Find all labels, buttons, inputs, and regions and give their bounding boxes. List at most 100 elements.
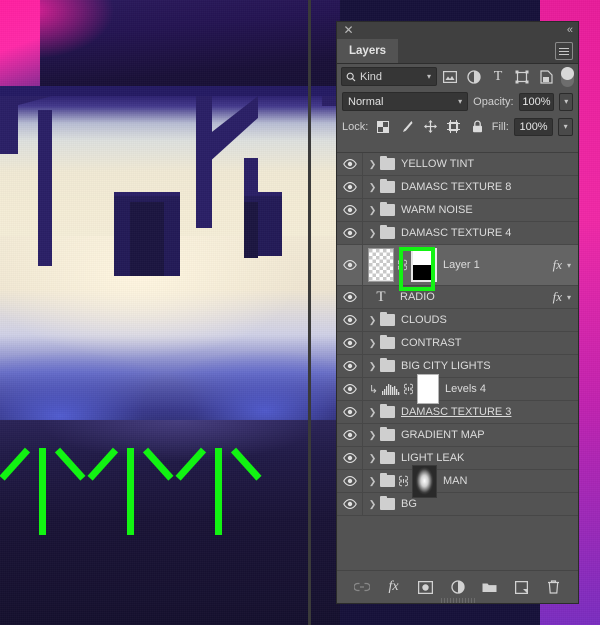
tab-layers[interactable]: Layers	[337, 39, 399, 63]
add-layer-style-button[interactable]: fx	[385, 577, 403, 597]
filter-type-layers-icon[interactable]: T	[487, 67, 509, 87]
filter-smart-object-icon[interactable]	[535, 67, 557, 87]
layer-visibility-toggle[interactable]	[337, 424, 363, 446]
chevron-down-icon[interactable]: ▾	[567, 261, 571, 270]
layer-visibility-toggle[interactable]	[337, 199, 363, 221]
layer-mask-thumbnail[interactable]	[411, 248, 437, 282]
expand-group-icon[interactable]: ❯	[368, 361, 377, 372]
expand-group-icon[interactable]: ❯	[368, 182, 377, 193]
layer-row-layer-1[interactable]: Layer 1 fx ▾	[337, 245, 578, 291]
layer-row-damasc-texture-3[interactable]: ❯ DAMASC TEXTURE 3	[337, 401, 578, 424]
layer-visibility-toggle[interactable]	[337, 332, 363, 354]
expand-group-icon[interactable]: ❯	[368, 453, 377, 464]
filter-kind-select[interactable]: Kind ▾	[341, 67, 437, 86]
folder-icon	[380, 473, 395, 487]
delete-layer-button[interactable]	[545, 577, 563, 597]
expand-group-icon[interactable]: ❯	[368, 228, 377, 239]
layer-row-gradient-map[interactable]: ❯ GRADIENT MAP	[337, 424, 578, 447]
layer-name-label[interactable]: CLOUDS	[401, 314, 447, 326]
opacity-input[interactable]: 100%	[518, 92, 555, 111]
expand-group-icon[interactable]: ❯	[368, 205, 377, 216]
layer-name-label[interactable]: WARM NOISE	[401, 204, 473, 216]
layer-name-label[interactable]: BIG CITY LIGHTS	[401, 360, 491, 372]
layer-effects-group: fx ▾	[553, 257, 578, 273]
layer-visibility-toggle[interactable]	[337, 447, 363, 469]
filter-pixel-layers-icon[interactable]	[439, 67, 461, 87]
opacity-stepper[interactable]: ▾	[559, 92, 573, 111]
expand-group-icon[interactable]: ❯	[368, 476, 377, 487]
layer-visibility-toggle[interactable]	[337, 286, 363, 308]
mask-link-icon[interactable]	[397, 259, 408, 271]
expand-group-icon[interactable]: ❯	[368, 159, 377, 170]
filter-adjustment-layers-icon[interactable]	[463, 67, 485, 87]
panel-resize-grip[interactable]	[440, 598, 475, 603]
new-group-button[interactable]	[481, 577, 499, 597]
layer-visibility-toggle[interactable]	[337, 493, 363, 515]
layer-visibility-toggle[interactable]	[337, 355, 363, 377]
layer-name-label[interactable]: DAMASC TEXTURE 3	[401, 406, 511, 418]
expand-group-icon[interactable]: ❯	[368, 430, 377, 441]
close-icon[interactable]: ✕	[343, 24, 354, 36]
fill-input[interactable]: 100%	[513, 117, 554, 136]
chevron-down-icon[interactable]: ▾	[567, 293, 571, 302]
layer-name-label[interactable]: RADIO	[400, 291, 435, 303]
layer-name-label[interactable]: MAN	[443, 475, 467, 487]
layer-row-contrast[interactable]: ❯ CONTRAST	[337, 332, 578, 355]
new-adjustment-layer-button[interactable]	[449, 577, 467, 597]
layer-name-label[interactable]: BG	[401, 498, 417, 510]
layer-row-damasc-texture-4[interactable]: ❯ DAMASC TEXTURE 4	[337, 222, 578, 245]
layer-row-bg[interactable]: ❯ BG	[337, 493, 578, 516]
filter-enable-toggle[interactable]	[561, 66, 574, 87]
filter-shape-layers-icon[interactable]	[511, 67, 533, 87]
layer-visibility-toggle[interactable]	[337, 401, 363, 423]
blend-mode-select[interactable]: Normal ▾	[342, 92, 469, 111]
layer-row-levels-4[interactable]: ↳ Levels 4	[337, 374, 578, 404]
mask-link-icon[interactable]	[403, 383, 414, 395]
layer-thumbnail[interactable]	[368, 248, 394, 282]
layer-row-yellow-tint[interactable]: ❯ YELLOW TINT	[337, 153, 578, 176]
lock-artboard-nesting-icon[interactable]	[444, 117, 463, 137]
mask-link-icon[interactable]	[398, 475, 409, 487]
layer-row-man[interactable]: ❯ MAN	[337, 464, 578, 498]
link-layers-button[interactable]	[353, 577, 371, 597]
panel-menu-icon[interactable]	[555, 42, 573, 60]
lock-position-icon[interactable]	[421, 117, 440, 137]
layer-visibility-toggle[interactable]	[337, 176, 363, 198]
layer-name-label[interactable]: YELLOW TINT	[401, 158, 474, 170]
expand-group-icon[interactable]: ❯	[368, 315, 377, 326]
layer-list[interactable]: ❯ YELLOW TINT ❯ DAMASC TEXTURE 8 ❯ WARM NOISE…	[337, 152, 578, 570]
new-layer-button[interactable]	[513, 577, 531, 597]
layer-name-label[interactable]: LIGHT LEAK	[401, 452, 464, 464]
type-layer-icon[interactable]: T	[368, 289, 394, 306]
layer-row-clouds[interactable]: ❯ CLOUDS	[337, 309, 578, 332]
levels-adjustment-icon[interactable]	[382, 383, 400, 395]
layer-visibility-toggle[interactable]	[337, 245, 363, 285]
layer-name-label[interactable]: GRADIENT MAP	[401, 429, 485, 441]
collapse-panel-icon[interactable]: «	[567, 24, 573, 36]
layer-visibility-toggle[interactable]	[337, 222, 363, 244]
layer-name-label[interactable]: Layer 1	[443, 259, 480, 271]
layer-fx-icon[interactable]: fx	[553, 257, 562, 273]
expand-group-icon[interactable]: ❯	[368, 499, 377, 510]
layer-name-label[interactable]: DAMASC TEXTURE 4	[401, 227, 511, 239]
layer-visibility-toggle[interactable]	[337, 153, 363, 175]
layer-fx-icon[interactable]: fx	[553, 289, 562, 305]
layer-visibility-toggle[interactable]	[337, 470, 363, 492]
lock-all-icon[interactable]	[468, 117, 487, 137]
layer-visibility-toggle[interactable]	[337, 378, 363, 400]
layer-row-warm-noise[interactable]: ❯ WARM NOISE	[337, 199, 578, 222]
layer-name-label[interactable]: Levels 4	[445, 383, 486, 395]
layer-row-damasc-texture-8[interactable]: ❯ DAMASC TEXTURE 8	[337, 176, 578, 199]
layer-mask-thumbnail[interactable]	[417, 374, 439, 404]
lock-image-pixels-icon[interactable]	[397, 117, 416, 137]
fill-stepper[interactable]: ▾	[558, 117, 573, 136]
layer-row-body: ❯ BG	[363, 496, 578, 510]
layer-name-label[interactable]: DAMASC TEXTURE 8	[401, 181, 511, 193]
lock-transparent-pixels-icon[interactable]	[373, 117, 392, 137]
layer-row-radio[interactable]: T RADIO fx ▾	[337, 286, 578, 309]
expand-group-icon[interactable]: ❯	[368, 407, 377, 418]
layer-visibility-toggle[interactable]	[337, 309, 363, 331]
add-layer-mask-button[interactable]	[417, 577, 435, 597]
expand-group-icon[interactable]: ❯	[368, 338, 377, 349]
layer-name-label[interactable]: CONTRAST	[401, 337, 462, 349]
